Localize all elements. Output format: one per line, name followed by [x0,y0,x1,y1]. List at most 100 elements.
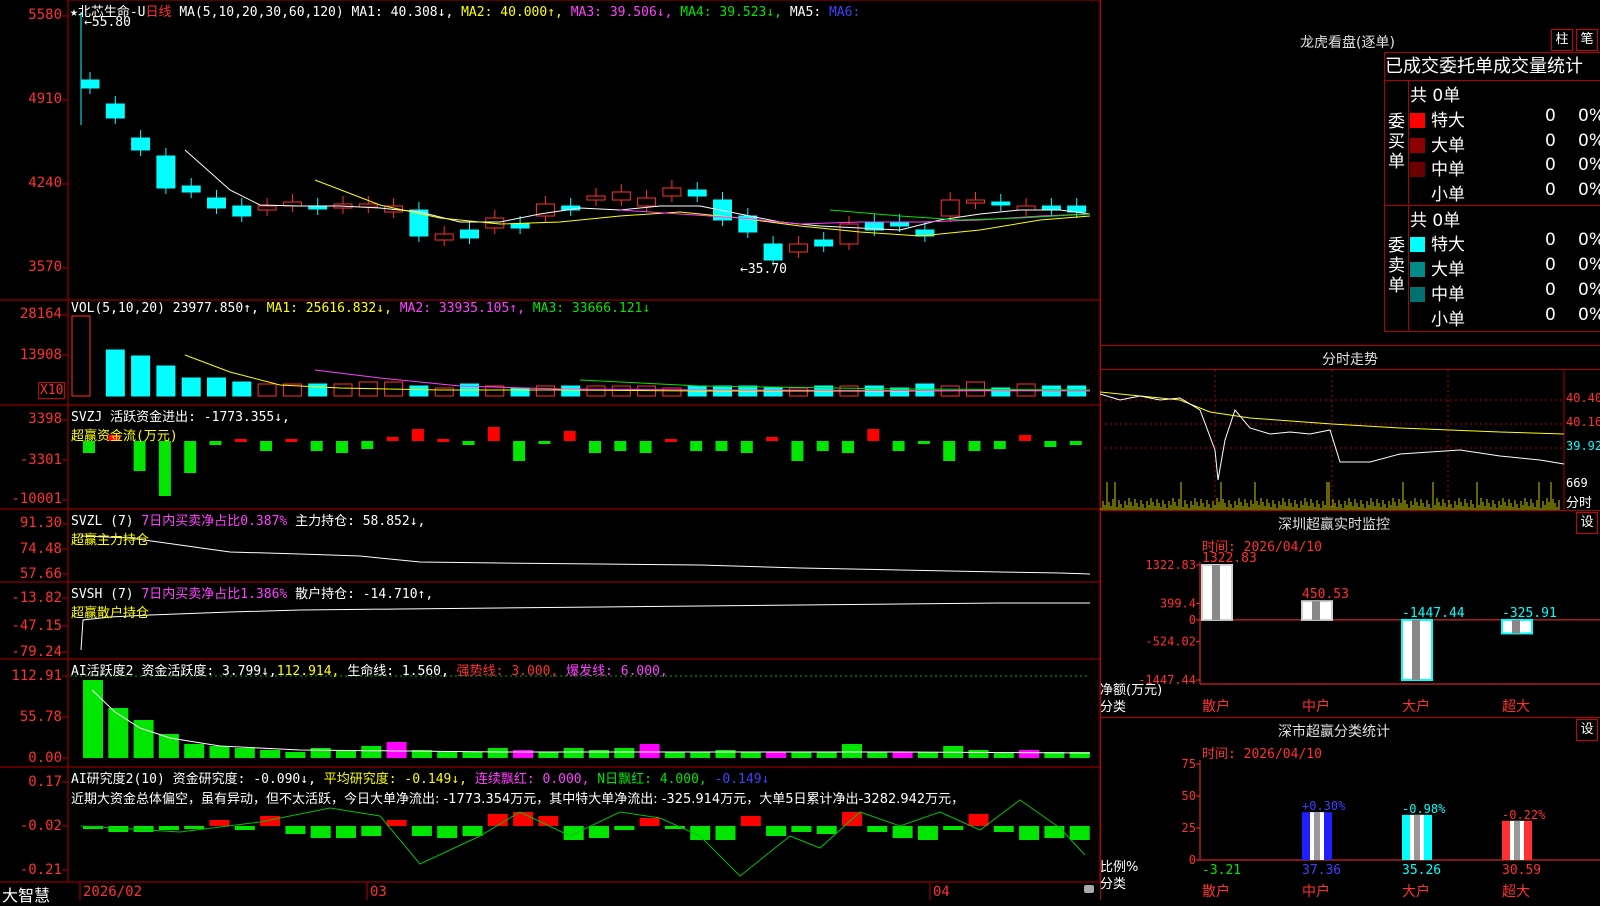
date-label: 04 [933,884,950,900]
svzj-label: 3398 [28,411,62,427]
candle [105,103,125,119]
svzj-bar [1019,435,1032,441]
ai2-bar [1044,826,1065,838]
ai2-label: -0.21 [19,862,62,878]
ai2-bar [766,826,787,836]
ai1-bar [715,750,736,758]
classify-category-label: 中户 [1302,883,1330,900]
ai2-bar [715,826,736,840]
color-swatch [1410,287,1425,302]
ai2-bar [234,826,255,830]
svzj-bar [740,441,753,453]
buy-row-l: 大单00% [1410,131,1600,156]
svzj-bar [462,441,475,445]
monitor-xlabel: 分类 [1100,700,1127,715]
svzj-bar [715,441,728,451]
monitor-category-label: 散户 [1202,698,1230,715]
kline-chart-area[interactable] [0,0,1100,900]
period-label[interactable]: 日线 [145,5,171,20]
svzj-bar [1069,441,1082,445]
star-icon[interactable]: ★ [70,5,78,20]
ai2-bar [614,826,635,830]
svzj-bar [310,441,323,451]
ai1-bar [336,750,356,758]
volume-bar [207,377,226,397]
candle [156,155,176,189]
candle [181,185,201,193]
classify-bar-shade [1414,814,1420,860]
color-swatch [1410,237,1425,252]
candle [586,195,606,201]
tick-mode-button[interactable]: 笔 [1576,29,1598,51]
svzj-label: -10001 [11,491,62,507]
svzj-bar [639,441,652,453]
classify-change-label: -0.98% [1402,802,1446,816]
ai1-bar [184,744,205,758]
sell-side-label: 委卖单 [1388,236,1405,296]
intraday-vol-label: 669 [1566,476,1588,490]
ai1-bar [209,746,230,758]
price-label: 3570 [28,259,62,275]
ai2-bars [80,799,1090,877]
ai1-bar [538,752,559,758]
intraday-price-label: 40.40 [1566,391,1600,405]
ai2-title: AI研究度2(10) 资金研究度: -0.090↓, 平均研究度: -0.149… [71,772,770,787]
volume-bar [662,387,682,397]
ai1-bar [867,752,888,758]
svzl-label: 57.66 [19,566,62,582]
buy-row-m: 中单00% [1410,155,1600,180]
svzj-bar [943,441,956,461]
svsh-label: -79.24 [11,644,62,660]
svzj-bar [892,441,905,451]
volume-bar [915,383,935,397]
monitor-value-label: 1322.83 [1202,551,1257,566]
intraday-price-label: 39.92 [1566,439,1600,453]
classify-change-label: +0.30% [1302,799,1346,813]
vol-unit: X10 [38,382,66,399]
svzj-bar [766,437,779,441]
sell-row-m: 中单00% [1410,280,1600,305]
ai2-bar [563,826,584,840]
ai1-bar [487,748,508,758]
price-label: 4240 [28,175,62,191]
svsh-label: -13.82 [11,590,62,606]
vol-label: 28164 [19,306,62,322]
classify-settings-button[interactable]: 设 [1576,719,1598,741]
ai2-bar [943,826,964,830]
intraday-price-label: 40.16 [1566,415,1600,429]
bar-mode-button[interactable]: 柱 [1551,29,1573,51]
app-logo: 大智慧 [2,886,51,905]
classify-tick-label: 50 [1182,789,1196,803]
ai1-bar [1019,750,1040,758]
ai2-bar [209,820,230,826]
ai1-bar [285,752,306,758]
ma-indicator-title: ★北芯生命-U日线 MA(5,10,20,30,60,120) MA1: 40.… [70,5,861,20]
ai2-bar [791,826,812,832]
svzl-label: 91.30 [19,515,62,531]
ai2-bar [184,826,205,829]
classify-category-label: 散户 [1202,883,1230,900]
intraday-chart[interactable] [1100,370,1565,510]
volume-bar [71,315,91,397]
ai1-bar [968,750,989,758]
svzj-bar [563,431,576,441]
monitor-value-label: -1447.44 [1402,606,1465,621]
classify-title: 深市超赢分类统计 [1278,724,1390,740]
ai1-title: AI活跃度2 资金活跃度: 3.799↓,112.914, 生命线: 1.560… [71,664,668,679]
sell-row-l: 大单00% [1410,255,1600,280]
ai1-bar [614,748,635,758]
svzj-bar [664,439,677,442]
ai2-bar [892,826,913,838]
monitor-settings-button[interactable]: 设 [1576,512,1598,534]
volume-bar [434,387,454,397]
volume-bar [232,381,252,397]
candle [788,243,808,253]
monitor-value-label: -325.91 [1502,606,1557,621]
ai1-bar [892,752,913,758]
volume-bar [611,385,631,397]
classify-xlabel: 分类 [1100,877,1127,892]
lock-icon[interactable] [1084,885,1094,893]
ai1-bar [310,748,331,758]
candle [131,137,151,151]
intraday-title: 分时走势 [1322,352,1378,368]
